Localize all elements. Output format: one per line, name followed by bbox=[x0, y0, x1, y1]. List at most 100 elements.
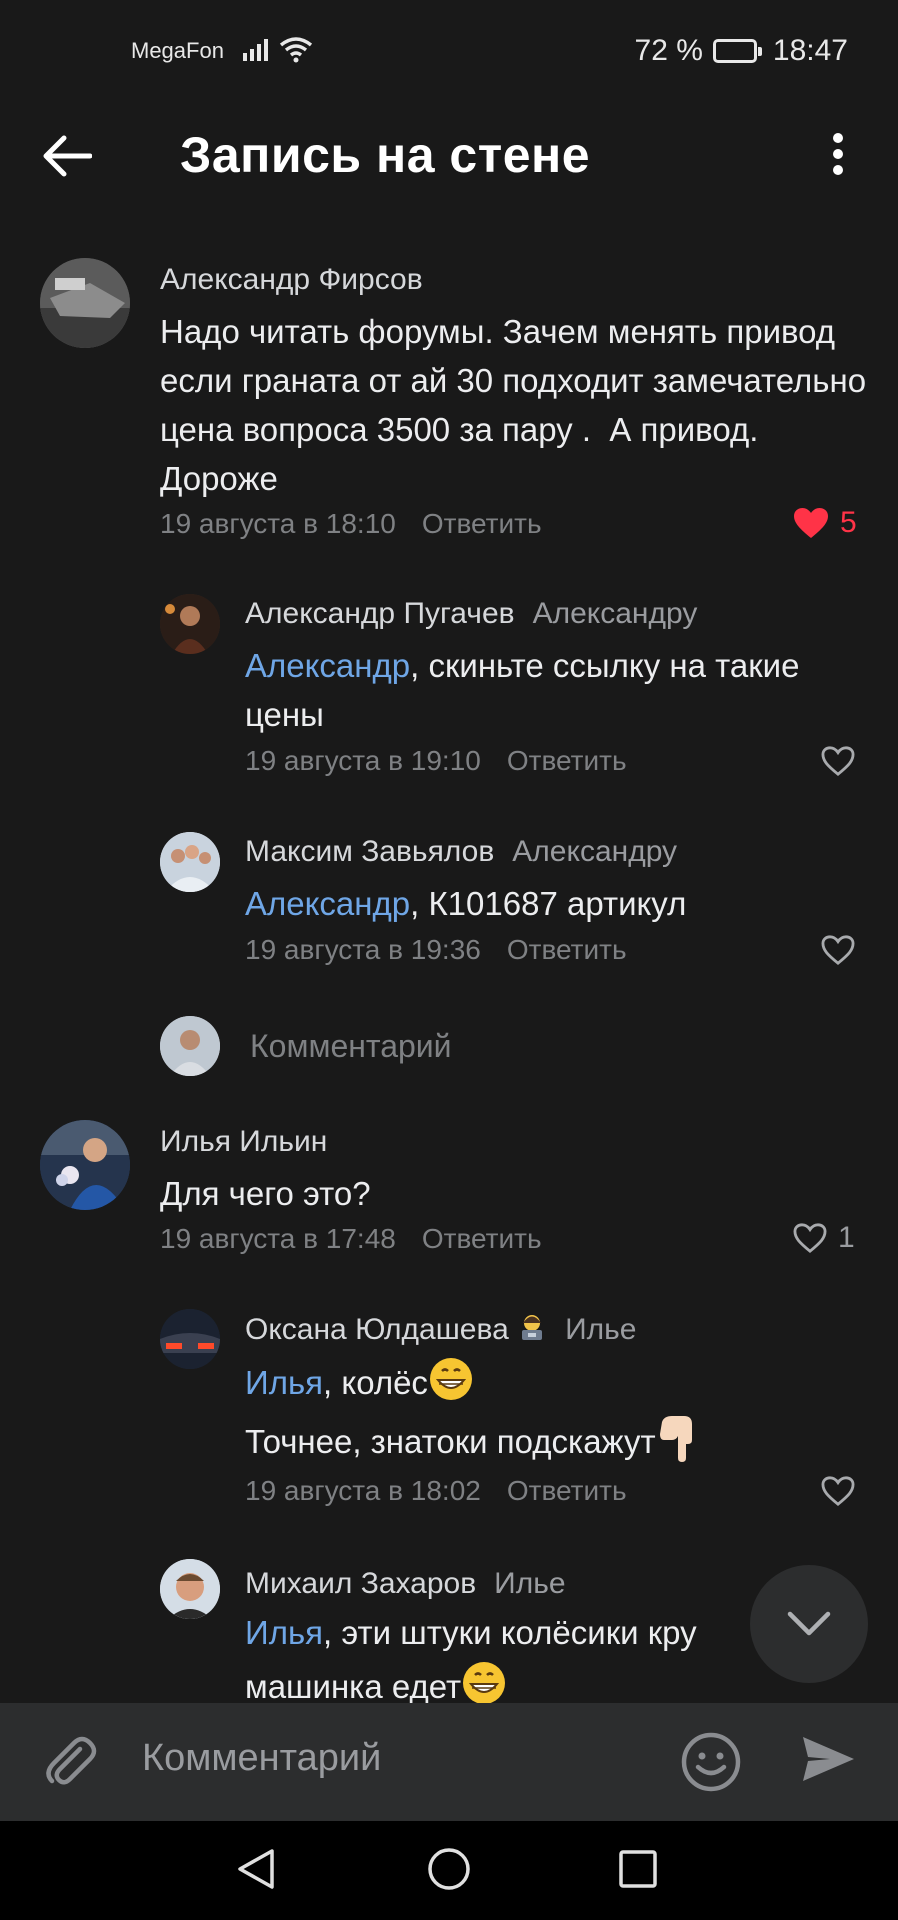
comment-author: Максим Завьялов Александру bbox=[245, 835, 677, 869]
wifi-icon bbox=[279, 36, 313, 71]
comment-author[interactable]: Александр Фирсов bbox=[160, 263, 423, 297]
comment-author: Михаил Захаров Илье bbox=[245, 1567, 566, 1601]
more-vertical-icon bbox=[833, 133, 843, 175]
comment-author[interactable]: Илья Ильин bbox=[160, 1125, 327, 1159]
author-name[interactable]: Александр Пугачев bbox=[245, 597, 515, 630]
comment-body: , К101687 артикул bbox=[410, 885, 687, 922]
comment-date: 19 августа в 19:10 bbox=[245, 745, 481, 776]
comment-date: 19 августа в 18:02 bbox=[245, 1475, 481, 1506]
send-button[interactable] bbox=[800, 1733, 860, 1793]
comment-body: Точнее, знатоки подскажут bbox=[245, 1423, 656, 1461]
like-count: 1 bbox=[838, 1221, 855, 1254]
author-name[interactable]: Михаил Захаров bbox=[245, 1567, 476, 1600]
nav-home-button[interactable] bbox=[427, 1847, 471, 1896]
triangle-back-icon bbox=[238, 1849, 274, 1889]
comment-text: Для чего это? bbox=[160, 1175, 371, 1212]
nav-back-button[interactable] bbox=[236, 1847, 276, 1896]
reply-to-label: Александру bbox=[512, 835, 678, 868]
like-button[interactable] bbox=[820, 934, 856, 966]
system-nav-bar bbox=[0, 1821, 898, 1920]
grinning-face-emoji bbox=[461, 1660, 507, 1703]
heart-outline-icon bbox=[821, 1476, 855, 1507]
heart-outline-icon bbox=[821, 935, 855, 966]
avatar[interactable] bbox=[40, 258, 130, 348]
comment-composer: Комментарий bbox=[0, 1703, 898, 1821]
back-button[interactable] bbox=[40, 134, 100, 184]
comment-date: 19 августа в 17:48 bbox=[160, 1223, 396, 1254]
chevron-down-icon bbox=[787, 1611, 831, 1636]
heart-outline-icon bbox=[821, 746, 855, 777]
comment-meta: 19 августа в 18:02 Ответить bbox=[245, 1475, 627, 1507]
smile-icon bbox=[681, 1732, 741, 1792]
attach-button[interactable] bbox=[40, 1731, 104, 1795]
comment-text: Илья, эти штуки колёсики кру bbox=[245, 1608, 765, 1657]
scroll-down-button[interactable] bbox=[750, 1565, 868, 1683]
reply-button[interactable]: Ответить bbox=[507, 934, 627, 965]
battery-percent: 72 % bbox=[634, 34, 703, 67]
comment-text-line2: Точнее, знатоки подскажут bbox=[245, 1414, 845, 1475]
more-options-button[interactable] bbox=[820, 130, 860, 186]
comment-text: Надо читать форумы. Зачем менять привод … bbox=[160, 313, 885, 497]
mention-link[interactable]: Александр bbox=[245, 647, 410, 684]
grinning-face-emoji bbox=[428, 1356, 474, 1415]
like-button[interactable]: 5 bbox=[792, 506, 857, 540]
heart-outline-icon bbox=[793, 1223, 827, 1254]
avatar bbox=[160, 1016, 220, 1076]
arrow-left-icon bbox=[43, 135, 93, 177]
comment-date: 19 августа в 18:10 bbox=[160, 508, 396, 539]
app-header: Запись на стене bbox=[0, 104, 898, 208]
avatar[interactable] bbox=[160, 594, 220, 654]
send-icon bbox=[803, 1737, 854, 1781]
comment-body: машинка едет bbox=[245, 1668, 462, 1703]
like-button[interactable] bbox=[820, 745, 856, 777]
page-title: Запись на стене bbox=[180, 127, 591, 183]
signal-icon bbox=[243, 36, 273, 68]
avatar[interactable] bbox=[160, 832, 220, 892]
comment-text: Александр, скиньте ссылку на такие цены bbox=[245, 641, 805, 739]
emoji-button[interactable] bbox=[680, 1731, 746, 1797]
comment-text: Александр, К101687 артикул bbox=[245, 879, 845, 928]
thread-comment-input[interactable]: Комментарий bbox=[160, 1016, 860, 1076]
status-right: 72 % 18:47 bbox=[635, 34, 848, 68]
comment-meta: 19 августа в 18:10 Ответить bbox=[160, 508, 542, 540]
reply-button[interactable]: Ответить bbox=[422, 508, 542, 539]
square-recents-icon bbox=[619, 1850, 657, 1888]
author-name[interactable]: Максим Завьялов bbox=[245, 835, 494, 868]
reply-button[interactable]: Ответить bbox=[507, 1475, 627, 1506]
avatar[interactable] bbox=[160, 1309, 220, 1369]
reply-to-label: Илье bbox=[494, 1567, 566, 1600]
comment-text-line2: машинка едет bbox=[245, 1660, 845, 1703]
mention-link[interactable]: Илья bbox=[245, 1614, 323, 1651]
battery-icon bbox=[712, 39, 762, 63]
reply-to-label: Александру bbox=[532, 597, 698, 630]
status-bar: MegaFon 72 % 18:47 bbox=[0, 0, 898, 104]
mention-link[interactable]: Александр bbox=[245, 885, 410, 922]
circle-home-icon bbox=[428, 1848, 470, 1890]
composer-input[interactable]: Комментарий bbox=[142, 1737, 381, 1780]
avatar[interactable] bbox=[160, 1559, 220, 1619]
comment-meta: 19 августа в 19:36 Ответить bbox=[245, 934, 627, 966]
carrier-label: MegaFon bbox=[131, 38, 224, 63]
comment-meta: 19 августа в 19:10 Ответить bbox=[245, 745, 627, 777]
comment-date: 19 августа в 19:36 bbox=[245, 934, 481, 965]
comment-body: , колёс bbox=[323, 1364, 428, 1402]
comment-meta: 19 августа в 17:48 Ответить bbox=[160, 1223, 542, 1255]
comment-author: Александр Пугачев Александру bbox=[245, 597, 697, 631]
pointing-down-emoji bbox=[656, 1414, 698, 1475]
avatar[interactable] bbox=[40, 1120, 130, 1210]
like-button[interactable]: 1 bbox=[792, 1221, 855, 1255]
clock: 18:47 bbox=[772, 34, 848, 67]
mention-link[interactable]: Илья bbox=[245, 1364, 323, 1401]
thread-input-placeholder: Комментарий bbox=[250, 1028, 452, 1064]
heart-filled-icon bbox=[794, 508, 828, 538]
reply-button[interactable]: Ответить bbox=[422, 1223, 542, 1254]
comment-body: , эти штуки колёсики кру bbox=[323, 1614, 697, 1651]
woman-technologist-emoji bbox=[517, 1312, 547, 1350]
comment-author: Оксана Юлдашева Илье bbox=[245, 1312, 637, 1350]
like-count: 5 bbox=[840, 506, 857, 539]
paperclip-icon bbox=[46, 1736, 97, 1785]
nav-recent-button[interactable] bbox=[618, 1849, 658, 1894]
like-button[interactable] bbox=[820, 1475, 856, 1507]
author-name[interactable]: Оксана Юлдашева bbox=[245, 1313, 509, 1346]
reply-button[interactable]: Ответить bbox=[507, 745, 627, 776]
